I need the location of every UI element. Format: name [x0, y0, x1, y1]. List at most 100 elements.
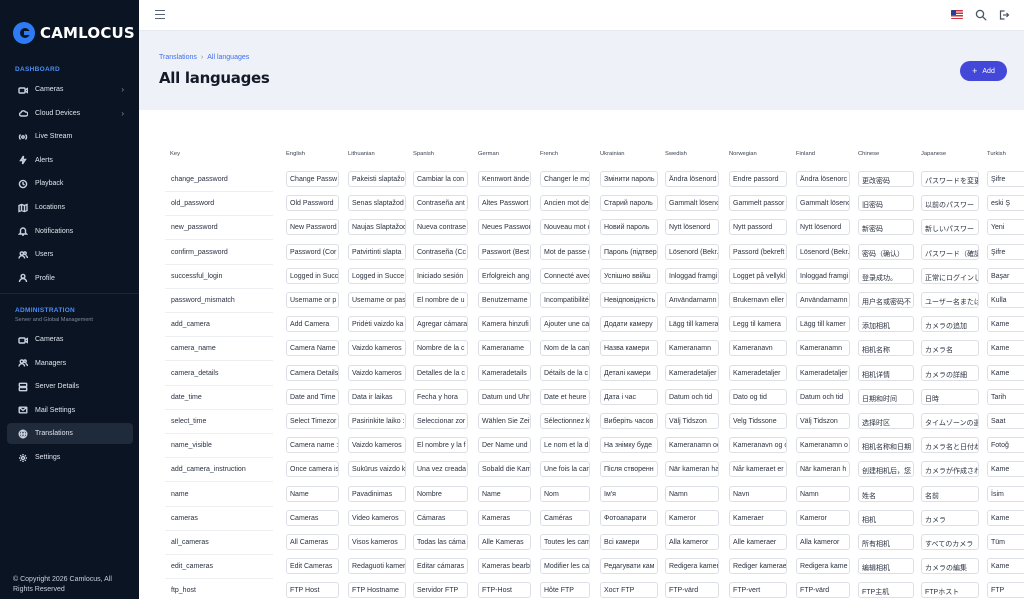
sidebar-item-mail-settings[interactable]: Mail Settings	[7, 400, 133, 421]
translation-input-chinese[interactable]: 选择时区	[858, 413, 914, 429]
translation-input-ukrainian[interactable]: Після створенн	[600, 461, 658, 478]
translation-input-chinese[interactable]: 更改密码	[858, 171, 914, 187]
translation-input-turkish[interactable]: eski Ş	[987, 195, 1024, 212]
sidebar-item-translations[interactable]: Translations	[7, 423, 133, 445]
translation-input-lithuanian[interactable]: Vaizdo kameros	[348, 340, 406, 357]
translation-input-turkish[interactable]: Saat	[987, 413, 1024, 429]
translation-input-norwegian[interactable]: Navn	[729, 485, 787, 502]
menu-toggle-icon[interactable]	[155, 10, 165, 20]
translation-input-lithuanian[interactable]: Redaguoti kamer	[348, 558, 406, 575]
translation-input-french[interactable]: Connecté avec	[540, 267, 590, 284]
translation-input-chinese[interactable]: 相机	[858, 509, 914, 526]
translation-input-german[interactable]: Kameradetails	[478, 364, 531, 381]
translation-input-chinese[interactable]: 旧密码	[858, 195, 914, 212]
translation-input-spanish[interactable]: Nombre de la c	[413, 340, 468, 357]
translation-input-german[interactable]: Altes Passwort	[478, 195, 531, 212]
translation-input-french[interactable]: Sélectionnez k	[540, 413, 590, 429]
logout-icon[interactable]	[998, 9, 1010, 21]
translation-input-french[interactable]: Hôte FTP	[540, 582, 590, 599]
translation-input-japanese[interactable]: カメラの追加	[921, 316, 979, 333]
translation-input-spanish[interactable]: Una vez creada	[413, 461, 468, 478]
translation-input-german[interactable]: Alle Kameras	[478, 534, 531, 550]
translation-input-spanish[interactable]: Detalles de la c	[413, 364, 468, 381]
translation-input-turkish[interactable]: Kame	[987, 316, 1024, 333]
breadcrumb-translations-link[interactable]: Translations	[159, 54, 197, 61]
translation-input-norwegian[interactable]: Kameradetaljer	[729, 364, 787, 381]
translation-input-turkish[interactable]: Kame	[987, 364, 1024, 381]
translation-input-swedish[interactable]: Kameror	[665, 509, 719, 526]
translation-input-german[interactable]: Sobald die Kam	[478, 461, 531, 478]
sidebar-item-server-details[interactable]: Server Details	[7, 376, 133, 397]
translation-input-japanese[interactable]: 以前のパスワー	[921, 195, 979, 212]
translation-input-ukrainian[interactable]: Виберіть часов	[600, 413, 658, 429]
translation-input-norwegian[interactable]: Endre passord	[729, 171, 787, 187]
translation-input-ukrainian[interactable]: На знімку буде	[600, 437, 658, 454]
translation-input-swedish[interactable]: Lägg till kamera	[665, 316, 719, 333]
translation-input-spanish[interactable]: Cámaras	[413, 509, 468, 526]
translation-input-spanish[interactable]: Iniciado sesión	[413, 267, 468, 284]
sidebar-item-profile[interactable]: Profile	[7, 268, 133, 289]
translation-input-norwegian[interactable]: Nytt passord	[729, 219, 787, 236]
translation-input-ukrainian[interactable]: Фотоапарати	[600, 509, 658, 526]
translation-input-german[interactable]: Der Name und	[478, 437, 531, 454]
translation-input-english[interactable]: Name	[286, 485, 339, 502]
translation-input-finland[interactable]: Ändra lösenorc	[796, 171, 850, 187]
translation-input-norwegian[interactable]: Legg til kamera	[729, 316, 787, 333]
translation-input-japanese[interactable]: カメラ名	[921, 340, 979, 357]
translation-input-spanish[interactable]: Servidor FTP	[413, 582, 468, 599]
translation-input-french[interactable]: Nom de la cam	[540, 340, 590, 357]
translation-input-turkish[interactable]: Şifre	[987, 171, 1024, 187]
sidebar-item-alerts[interactable]: Alerts	[7, 150, 133, 171]
translation-input-ukrainian[interactable]: Успішно ввійш	[600, 267, 658, 284]
translation-input-swedish[interactable]: Användarnamn	[665, 292, 719, 308]
translation-input-ukrainian[interactable]: Змінити пароль	[600, 171, 658, 187]
sidebar-item-cloud-devices[interactable]: Cloud Devices ›	[7, 103, 133, 124]
translation-input-turkish[interactable]: Tüm	[987, 534, 1024, 550]
translation-input-swedish[interactable]: Välj Tidszon	[665, 413, 719, 429]
translation-input-turkish[interactable]: Kame	[987, 340, 1024, 357]
translation-input-finland[interactable]: Kameradetaljer	[796, 364, 850, 381]
translation-input-german[interactable]: FTP-Host	[478, 582, 531, 599]
translation-input-spanish[interactable]: Nombre	[413, 485, 468, 502]
translation-input-lithuanian[interactable]: Vaizdo kameros	[348, 364, 406, 381]
translation-input-ukrainian[interactable]: Дата і час	[600, 388, 658, 405]
translation-input-norwegian[interactable]: Dato og tid	[729, 388, 787, 405]
translation-input-german[interactable]: Kameraname	[478, 340, 531, 357]
translation-input-japanese[interactable]: 日時	[921, 388, 979, 405]
translation-input-finland[interactable]: När kameran h	[796, 461, 850, 478]
translation-input-german[interactable]: Name	[478, 485, 531, 502]
translation-input-french[interactable]: Nouveau mot c	[540, 219, 590, 236]
translation-input-japanese[interactable]: FTPホスト	[921, 582, 979, 599]
translation-input-swedish[interactable]: Ändra lösenord	[665, 171, 719, 187]
translation-input-spanish[interactable]: El nombre de u	[413, 292, 468, 308]
translation-input-japanese[interactable]: カメラの詳細	[921, 364, 979, 381]
translation-input-english[interactable]: Add Camera	[286, 316, 339, 333]
translation-input-ukrainian[interactable]: Хост FTP	[600, 582, 658, 599]
translation-input-german[interactable]: Datum und Uhr	[478, 388, 531, 405]
translation-input-english[interactable]: Once camera is	[286, 461, 339, 478]
translation-input-chinese[interactable]: 创建相机后，您	[858, 461, 914, 478]
translation-input-finland[interactable]: Välj Tidszon	[796, 413, 850, 429]
translation-input-chinese[interactable]: 用户名或密码不	[858, 292, 914, 308]
translation-input-swedish[interactable]: Inloggad framgi	[665, 267, 719, 284]
search-icon[interactable]	[975, 9, 987, 21]
translation-input-spanish[interactable]: Agregar cámara	[413, 316, 468, 333]
translation-input-lithuanian[interactable]: Sukūrus vaizdo k	[348, 461, 406, 478]
translation-input-chinese[interactable]: 相机名称和日期	[858, 437, 914, 454]
sidebar-item-users[interactable]: Users	[7, 244, 133, 265]
translation-input-lithuanian[interactable]: Logged in Succe	[348, 267, 406, 284]
translation-input-english[interactable]: Old Password	[286, 195, 339, 212]
sidebar-item-managers[interactable]: Managers	[7, 353, 133, 374]
translation-input-german[interactable]: Neues Passwor	[478, 219, 531, 236]
translation-input-ukrainian[interactable]: Назва камери	[600, 340, 658, 357]
translation-input-turkish[interactable]: Kulla	[987, 292, 1024, 308]
translation-input-english[interactable]: Camera name :	[286, 437, 339, 454]
translation-input-lithuanian[interactable]: Username or pas	[348, 292, 406, 308]
translation-input-norwegian[interactable]: Rediger kamerae	[729, 558, 787, 575]
translation-input-finland[interactable]: Kameranamn o	[796, 437, 850, 454]
translation-input-chinese[interactable]: 密码（确认）	[858, 243, 914, 260]
translation-input-turkish[interactable]: Kame	[987, 509, 1024, 526]
translation-input-turkish[interactable]: Fotoğ	[987, 437, 1024, 454]
translation-input-norwegian[interactable]: Alle kameraer	[729, 534, 787, 550]
translation-input-swedish[interactable]: Lösenord (Bekr.	[665, 243, 719, 260]
